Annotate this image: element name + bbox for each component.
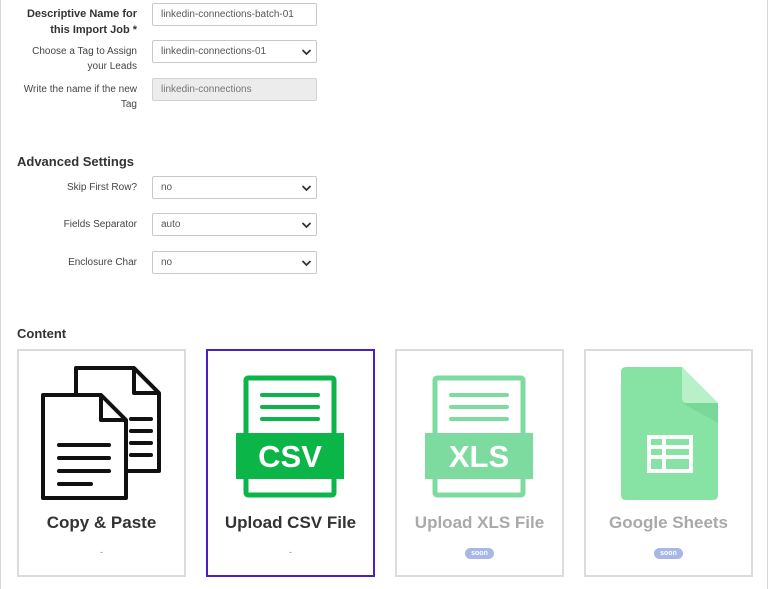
new-tag-input: [152, 78, 317, 101]
skip-first-row-label: Skip First Row?: [66, 182, 137, 193]
skip-first-row-select[interactable]: no: [152, 176, 317, 199]
chevron-down-icon: [301, 49, 312, 56]
new-tag-label-line1: Write the name if the new: [23, 84, 137, 95]
copy-paste-subtitle: -: [100, 547, 103, 557]
tag-select-value: linkedin-connections-01: [161, 46, 267, 57]
copy-paste-card[interactable]: Copy & Paste -: [17, 349, 186, 577]
import-name-label: Descriptive Name for this Import Job *: [27, 6, 137, 38]
csv-art-text: CSV: [258, 439, 322, 474]
upload-csv-card[interactable]: CSV Upload CSV File -: [206, 349, 375, 577]
tag-select-label-line1: Choose a Tag to Assign: [32, 46, 137, 57]
upload-csv-title: Upload CSV File: [224, 513, 357, 532]
tag-select-label-line2: your Leads: [87, 61, 137, 72]
import-name-label-line2: this Import Job *: [50, 24, 137, 36]
advanced-settings-title: Advanced Settings: [17, 154, 135, 169]
documents-icon: [41, 366, 161, 500]
csv-file-icon: CSV: [236, 375, 344, 498]
copy-paste-title: Copy & Paste: [46, 513, 157, 532]
new-tag-label-line2: Tag: [120, 99, 137, 110]
google-sheets-title: Google Sheets: [608, 513, 729, 532]
content-title: Content: [17, 326, 67, 341]
skip-first-row-value: no: [161, 182, 173, 193]
enclosure-char-select[interactable]: no: [152, 251, 317, 274]
google-sheets-card[interactable]: Google Sheets soon: [584, 349, 753, 577]
upload-xls-card[interactable]: XLS Upload XLS File soon: [395, 349, 564, 577]
fields-separator-label: Fields Separator: [63, 219, 137, 230]
enclosure-char-label: Enclosure Char: [68, 257, 137, 268]
import-name-label-line1: Descriptive Name for: [26, 8, 137, 20]
chevron-down-icon: [301, 222, 312, 229]
chevron-down-icon: [301, 260, 312, 267]
enclosure-char-value: no: [161, 257, 173, 268]
fields-separator-select[interactable]: auto: [152, 213, 317, 236]
upload-xls-title: Upload XLS File: [414, 513, 545, 532]
fields-separator-value: auto: [161, 219, 181, 230]
upload-csv-subtitle: -: [289, 547, 292, 557]
google-sheets-soon-badge: soon: [654, 548, 683, 559]
xls-art-text: XLS: [449, 439, 509, 474]
frame-right-border: [767, 0, 768, 589]
upload-xls-soon-badge: soon: [465, 548, 494, 559]
import-name-input[interactable]: [152, 3, 317, 26]
tag-select[interactable]: linkedin-connections-01: [152, 40, 317, 63]
xls-file-icon: XLS: [425, 375, 533, 498]
chevron-down-icon: [301, 185, 312, 192]
new-tag-label: Write the name if the new Tag: [24, 82, 137, 112]
frame-left-border: [0, 0, 1, 589]
google-sheets-icon: [621, 367, 718, 500]
tag-select-label: Choose a Tag to Assign your Leads: [32, 44, 137, 74]
